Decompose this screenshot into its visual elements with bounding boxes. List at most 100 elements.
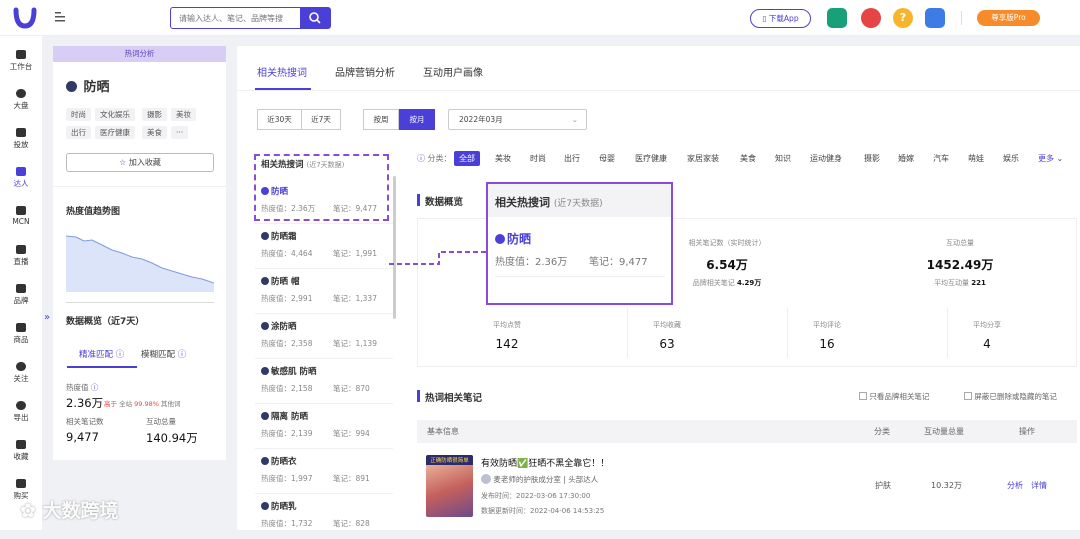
zoom-keyword-text: 防晒 — [507, 232, 532, 246]
stat-value: 4 — [983, 337, 991, 351]
expand-chevron-icon[interactable]: » — [44, 312, 50, 323]
tag-more[interactable]: ··· — [171, 126, 189, 139]
pro-label: 尊享版Pro — [991, 13, 1026, 22]
mail-icon[interactable] — [925, 8, 945, 28]
keyword-item[interactable]: 防晒 帽热度值：2,991 笔记：1,337 — [255, 269, 393, 314]
category-item[interactable]: 母婴 — [599, 153, 615, 164]
category-item[interactable]: 汽车 — [933, 153, 949, 164]
stat-value: 63 — [659, 337, 675, 351]
note-author[interactable]: 麦老师的护肤成分室 | 头部达人 — [481, 474, 598, 485]
fire-icon — [261, 457, 269, 465]
app-logo[interactable] — [12, 6, 38, 30]
hide-deleted-checkbox[interactable]: 屏蔽已删除或隐藏的笔记 — [964, 391, 1057, 402]
category-item[interactable]: 运动健身 — [810, 153, 842, 164]
category-item[interactable]: 摄影 — [864, 153, 880, 164]
cart-icon — [16, 479, 26, 488]
pro-badge-button[interactable]: 尊享版Pro — [977, 10, 1040, 26]
tab-brand-marketing[interactable]: 品牌营销分析 — [335, 64, 395, 79]
add-favorite-button[interactable]: ☆ 加入收藏 — [66, 153, 214, 172]
tag[interactable]: 摄影 — [142, 108, 167, 121]
trend-chart — [66, 235, 214, 292]
keyword-heat: 热度值：2,158 — [261, 384, 313, 393]
keyword-name: 防晒乳 — [271, 502, 297, 512]
tag[interactable]: 医疗健康 — [95, 126, 135, 139]
top-bar: ▯ 下载App ? 尊享版Pro — [0, 0, 1080, 36]
category-item[interactable]: 娱乐 — [1003, 153, 1019, 164]
menu-toggle-icon[interactable] — [55, 12, 67, 23]
column-header: 互动量总量 — [924, 427, 964, 436]
note-thumbnail[interactable]: 正确防晒很简单 — [426, 455, 473, 517]
toolbox-icon[interactable] — [827, 8, 847, 28]
keyword-item[interactable]: 防晒衣 热度值：1,997 笔记：891 — [255, 449, 393, 494]
category-label: ⓘ 分类： — [417, 153, 452, 164]
keyword-item[interactable]: 隔离 防晒 热度值：2,139 笔记：994 — [255, 404, 393, 449]
category-more[interactable]: 更多 ⌄ — [1038, 153, 1063, 164]
category-item[interactable]: 美妆 — [495, 153, 511, 164]
tag[interactable]: 出行 — [66, 126, 91, 139]
category-item[interactable]: 时尚 — [530, 153, 546, 164]
tab-label: 模糊匹配 — [141, 350, 176, 360]
mcn-icon — [16, 206, 26, 215]
table-row[interactable]: 正确防晒很简单 有效防晒✅狂晒不黑全靠它！！ 麦老师的护肤成分室 | 头部达人 … — [417, 448, 1077, 526]
sidebar-item-favorites[interactable]: 收藏 — [0, 440, 42, 462]
keyword-item[interactable]: 敏感肌 防晒 热度值：2,158 笔记：870 — [255, 359, 393, 404]
category-item[interactable]: 美食 — [740, 153, 756, 164]
note-title[interactable]: 有效防晒✅狂晒不黑全靠它！！ — [481, 456, 609, 469]
highlight-dashed-box — [254, 154, 389, 221]
tag[interactable]: 时尚 — [66, 108, 91, 121]
tab-related-keywords[interactable]: 相关热搜词 — [257, 64, 307, 79]
category-item[interactable]: 家居家装 — [687, 153, 719, 164]
category-item[interactable]: 医疗健康 — [635, 153, 667, 164]
keyword-item[interactable]: 涂防晒 热度值：2,358 笔记：1,139 — [255, 314, 393, 359]
range-30d-button[interactable]: 近30天 — [257, 109, 302, 130]
tag[interactable]: 美食 — [142, 126, 167, 139]
tab-fuzzy-match[interactable]: 模糊匹配 ⓘ — [141, 348, 186, 360]
category-item[interactable]: 出行 — [564, 153, 580, 164]
sidebar-item-label: 达人 — [13, 179, 29, 188]
category-all[interactable]: 全部 — [454, 151, 480, 166]
apps-icon[interactable] — [861, 8, 881, 28]
sidebar-item-goods[interactable]: 商品 — [0, 323, 42, 345]
stat-sub: 平均互动量 221 — [910, 278, 1010, 288]
checkbox-box — [859, 392, 867, 400]
period-month-button[interactable]: 按月 — [399, 109, 435, 130]
keyword-item[interactable]: 防晒乳 热度值：1,732 笔记：828 — [255, 494, 393, 539]
stat-label: 平均分享 — [973, 321, 1001, 329]
category-item[interactable]: 萌娃 — [968, 153, 984, 164]
range-7d-button[interactable]: 近7天 — [301, 109, 341, 130]
month-select[interactable]: 2022年03月 ⌄ — [448, 109, 587, 130]
tag[interactable]: 文化娱乐 — [95, 108, 135, 121]
sidebar-item-influencer[interactable]: 达人 — [0, 167, 42, 189]
tag[interactable]: 美妆 — [171, 108, 196, 121]
category-item[interactable]: 知识 — [775, 153, 791, 164]
sidebar-item-market[interactable]: 大盘 — [0, 89, 42, 111]
help-icon[interactable]: ? — [893, 8, 913, 28]
sidebar-item-label: 投放 — [13, 140, 29, 149]
search-input[interactable] — [171, 8, 301, 28]
sidebar-item-follow[interactable]: 关注 — [0, 362, 42, 384]
search-button[interactable] — [300, 8, 330, 28]
scrollbar[interactable] — [393, 176, 396, 319]
analyze-link[interactable]: 分析 — [1007, 480, 1023, 491]
download-app-button[interactable]: ▯ 下载App — [750, 9, 811, 28]
tab-exact-match[interactable]: 精准匹配 ⓘ — [79, 348, 124, 360]
sidebar-item-brand[interactable]: 品牌 — [0, 284, 42, 306]
sidebar-item-live[interactable]: 直播 — [0, 245, 42, 267]
divider — [961, 11, 962, 25]
tab-user-profile[interactable]: 互动用户画像 — [423, 64, 483, 79]
keyword-name: 防晒 帽 — [271, 277, 300, 287]
period-week-button[interactable]: 按周 — [363, 109, 399, 130]
sidebar-item-workbench[interactable]: 工作台 — [0, 50, 42, 72]
sidebar-item-ads[interactable]: 投放 — [0, 128, 42, 150]
stat-label: 平均收藏 — [653, 321, 681, 329]
sidebar-item-export[interactable]: 导出 — [0, 401, 42, 423]
keyword-item[interactable]: 防晒霜 热度值：4,464 笔记：1,991 — [255, 224, 393, 269]
keyword-name: 隔离 防晒 — [271, 412, 308, 422]
category-item[interactable]: 婚嫁 — [898, 153, 914, 164]
detail-link[interactable]: 详情 — [1031, 480, 1047, 491]
search-icon — [309, 12, 321, 24]
brand-notes-checkbox[interactable]: 只看品牌相关笔记 — [859, 391, 929, 402]
sidebar-item-label: 直播 — [13, 257, 29, 266]
sidebar-item-mcn[interactable]: MCN — [0, 206, 42, 226]
stat-label: 平均点赞 — [493, 321, 521, 329]
